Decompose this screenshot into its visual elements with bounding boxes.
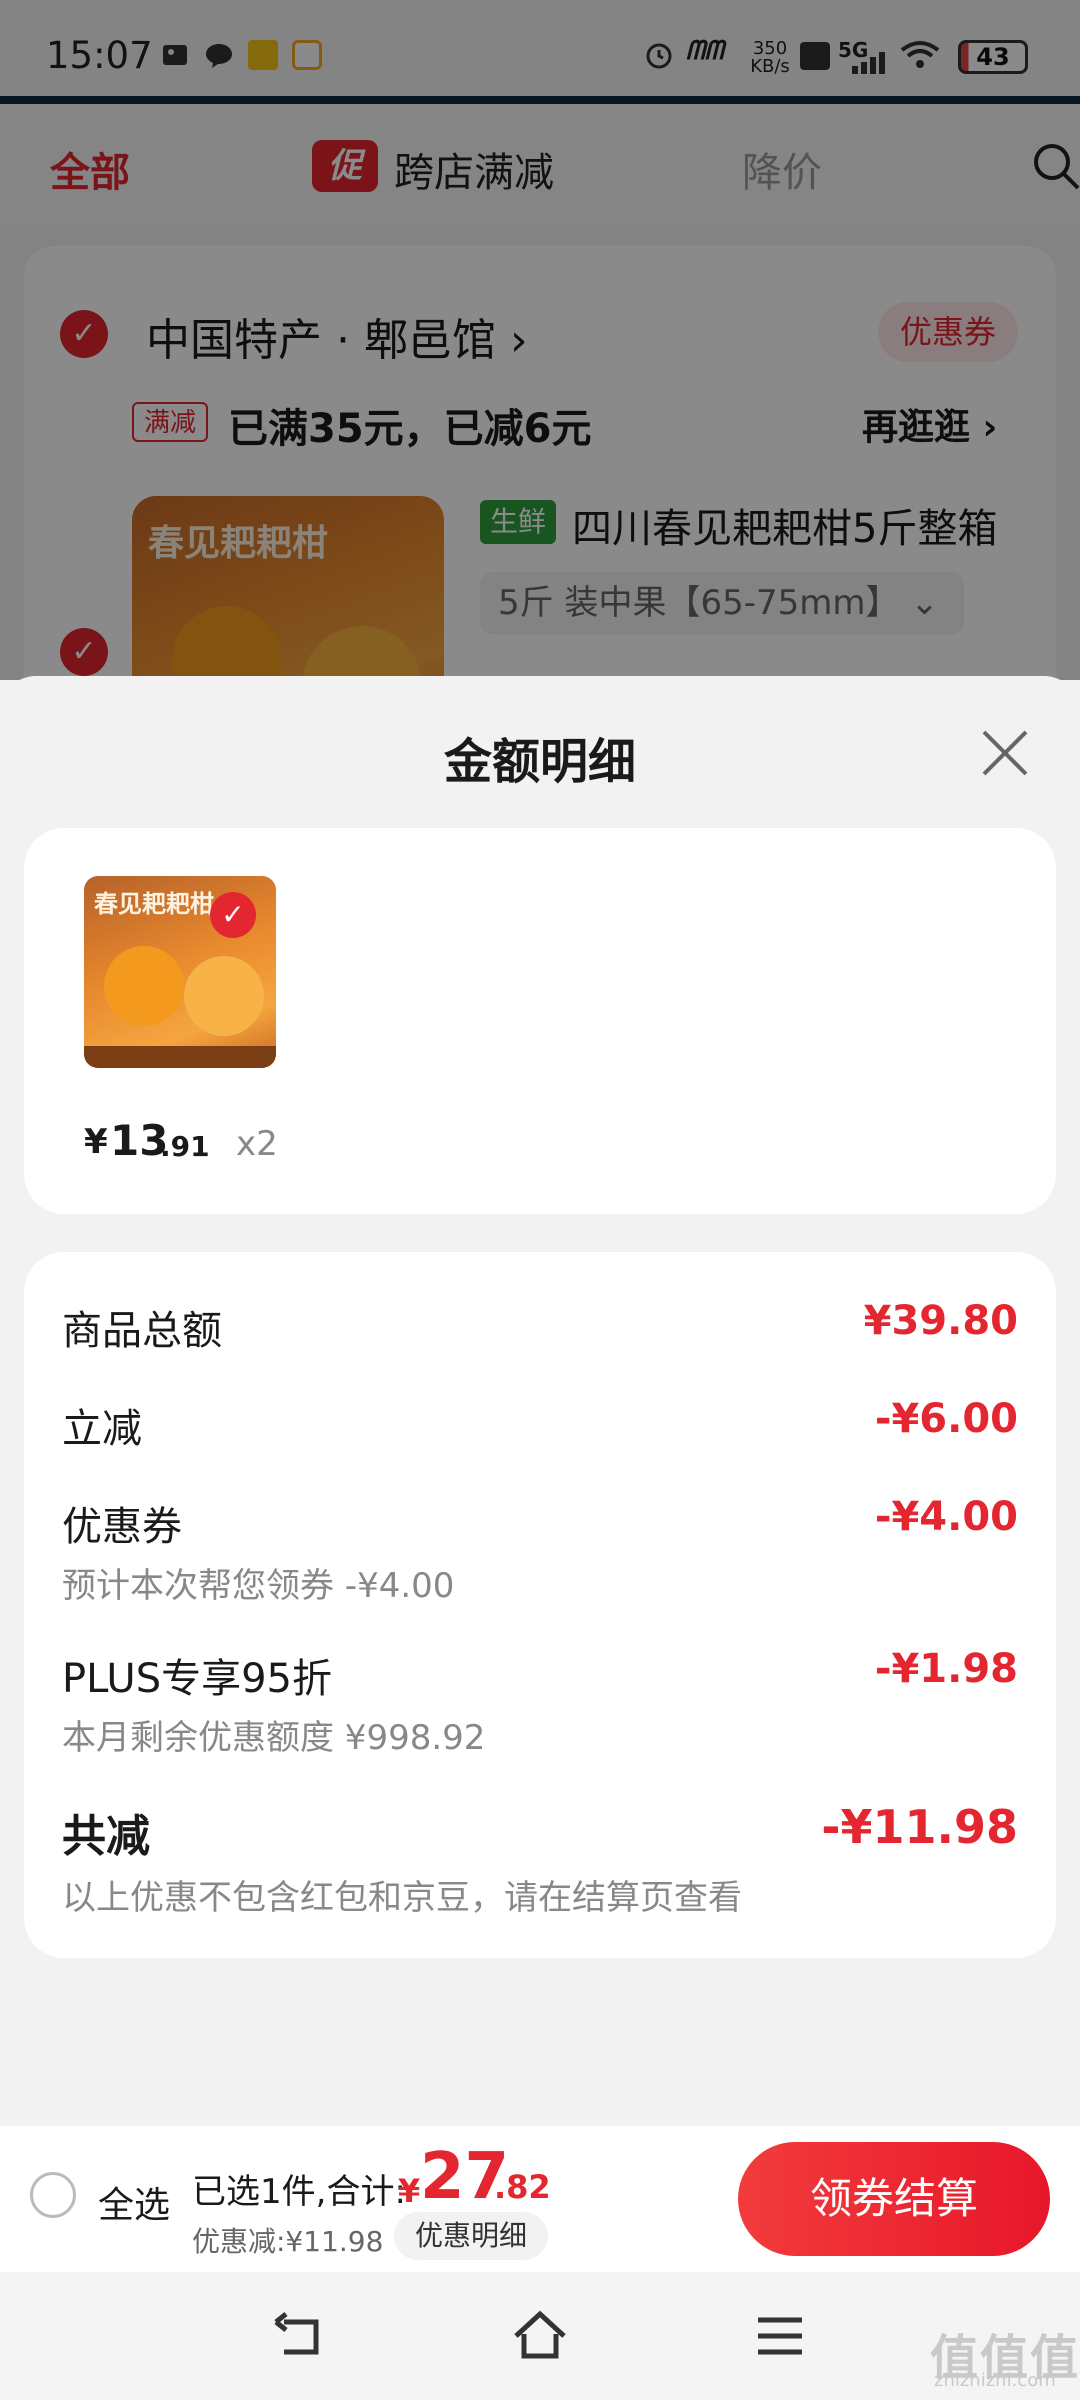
watermark-url: zhizhizhi.com bbox=[934, 2370, 1056, 2391]
row-label: 立减 bbox=[62, 1406, 142, 1452]
back-icon[interactable] bbox=[270, 2306, 330, 2366]
total-discount-note: 以上优惠不包含红包和京豆，请在结算页查看 bbox=[62, 1878, 742, 1918]
total-discount-label: 共减 bbox=[62, 1811, 150, 1862]
thumbnail-check-icon: ✓ bbox=[210, 892, 256, 938]
total-price-decimal: .82 bbox=[494, 2168, 551, 2206]
row-label: PLUS专享95折 bbox=[62, 1656, 332, 1702]
row-value: -¥4.00 bbox=[874, 1494, 1018, 1540]
row-label: 商品总额 bbox=[62, 1308, 222, 1354]
modal-overlay[interactable] bbox=[0, 0, 1080, 680]
select-all-label[interactable]: 全选 bbox=[98, 2176, 170, 2228]
selected-count: 已选1件,合计: bbox=[192, 2172, 406, 2212]
total-price-symbol: ¥ bbox=[398, 2172, 421, 2210]
discount-summary: 优惠减:¥11.98 bbox=[192, 2225, 384, 2258]
home-icon[interactable] bbox=[510, 2306, 570, 2366]
row-value: -¥6.00 bbox=[874, 1396, 1018, 1442]
row-subtext: 预计本次帮您领券 -¥4.00 bbox=[62, 1566, 455, 1606]
item-quantity: x2 bbox=[236, 1124, 278, 1164]
close-icon[interactable] bbox=[978, 726, 1032, 780]
checkout-button[interactable]: 领券结算 bbox=[738, 2142, 1050, 2256]
sheet-title: 金额明细 bbox=[443, 734, 636, 790]
row-subtext: 本月剩余优惠额度 ¥998.92 bbox=[62, 1718, 486, 1758]
row-label: 优惠券 bbox=[62, 1504, 182, 1550]
row-value: ¥39.80 bbox=[863, 1298, 1018, 1344]
row-value: -¥1.98 bbox=[874, 1646, 1018, 1692]
discount-detail-button[interactable]: 优惠明细 bbox=[394, 2212, 548, 2260]
select-all-radio[interactable] bbox=[30, 2172, 76, 2218]
total-discount-value: -¥11.98 bbox=[821, 1800, 1018, 1854]
item-price-decimal: .91 bbox=[160, 1130, 210, 1163]
thumbnail-caption: 春见耙耙柑 bbox=[94, 889, 214, 918]
item-price-symbol: ¥ bbox=[84, 1122, 108, 1162]
menu-icon[interactable] bbox=[750, 2306, 810, 2366]
